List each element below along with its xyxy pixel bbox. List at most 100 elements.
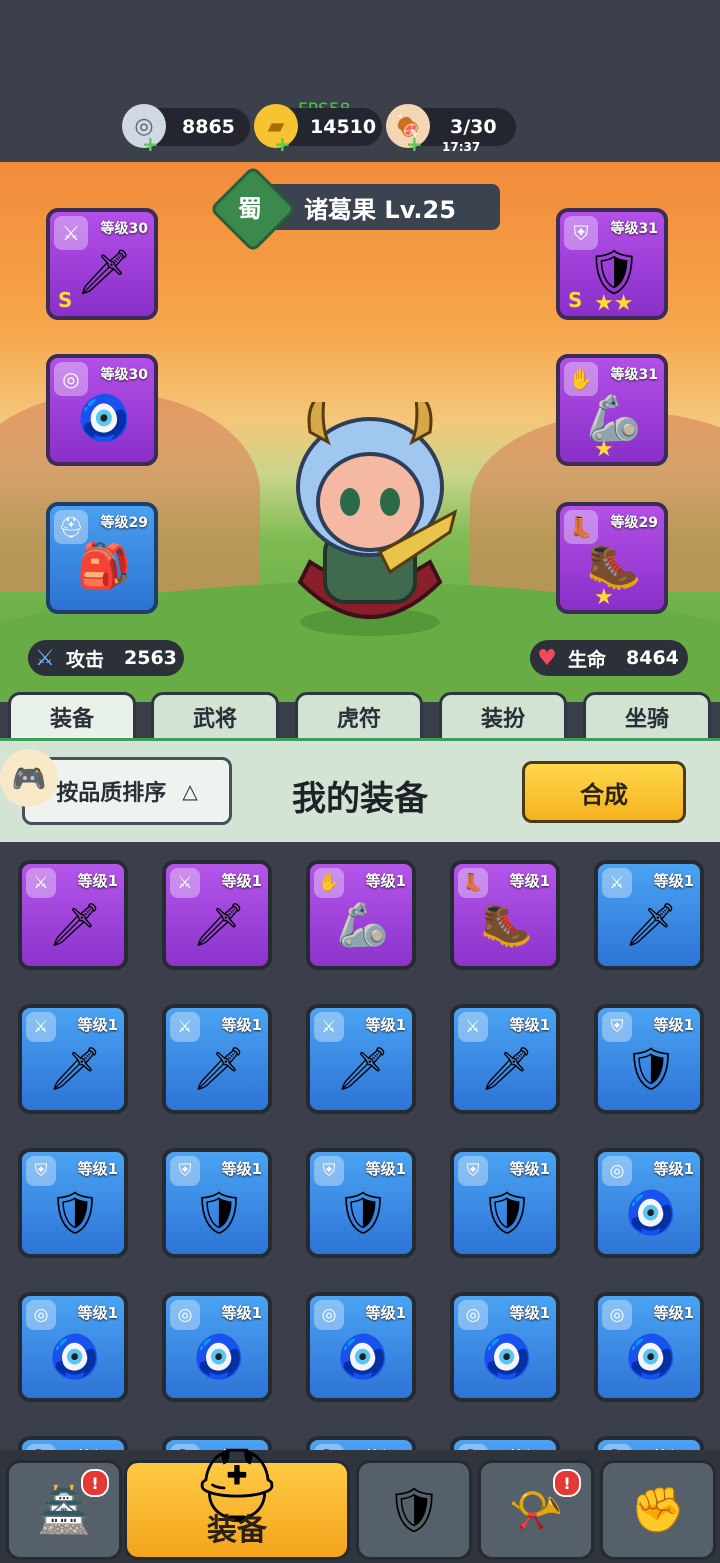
jade-pendant-icon: 🧿: [76, 393, 132, 444]
tab-generals[interactable]: 武将: [151, 692, 279, 738]
heart-icon: ♥: [530, 641, 564, 675]
equip-slot-amulet[interactable]: ◎ 等级30 🧿: [46, 354, 158, 466]
equip-slot-armor[interactable]: ⛨ 等级31 🛡 S ★★: [556, 208, 668, 320]
item-level: 等级1: [365, 872, 406, 890]
item-level: 等级1: [77, 872, 118, 890]
hero-scene: 诸葛果 Lv.25 蜀 ⚔ 等级30 🗡 S ◎ 等级30 🧿 ⛑ 等级29 🎒…: [0, 162, 720, 702]
attack-label: 攻击: [66, 648, 105, 671]
item-level: 等级1: [365, 1016, 406, 1034]
inventory-item[interactable]: ◎ 等级1 🧿: [162, 1292, 272, 1402]
item-level: 等级1: [509, 1160, 550, 1178]
item-level: 等级1: [509, 872, 550, 890]
nav-shop[interactable]: 🏯 !: [6, 1460, 122, 1560]
hp-stat: ♥ 生命 8464: [530, 640, 688, 676]
item-art-icon: 🗡: [624, 900, 678, 949]
item-art-icon: 🛡: [48, 1188, 102, 1237]
nav-equipment-label: 装备: [207, 1513, 267, 1548]
equip-slot-helmet[interactable]: ⛑ 等级29 🎒: [46, 502, 158, 614]
alert-badge: !: [81, 1469, 109, 1497]
grade-badge: S: [568, 288, 583, 312]
stamina-timer: 17:37: [442, 140, 481, 154]
inventory-item[interactable]: ⚔ 等级1 🗡: [306, 1004, 416, 1114]
tab-outfits[interactable]: 装扮: [439, 692, 567, 738]
item-art-icon: 🧿: [48, 1332, 102, 1381]
nav-upgrade[interactable]: ✊: [600, 1460, 716, 1560]
inventory-item[interactable]: ◎ 等级1 🧿: [18, 1292, 128, 1402]
stamina-resource[interactable]: 🍖 3/30 17:37 +: [386, 104, 516, 156]
nav-battle[interactable]: 🛡: [356, 1460, 472, 1560]
add-stamina-icon[interactable]: +: [406, 132, 423, 156]
attack-value: 2563: [124, 647, 177, 669]
triangle-up-icon: △: [182, 779, 198, 803]
inventory-item[interactable]: ◎ 等级1 🧿: [450, 1292, 560, 1402]
item-art-icon: 🗡: [336, 1044, 390, 1093]
inventory-item[interactable]: ◎ 等级1 🧿: [306, 1292, 416, 1402]
hp-value: 8464: [626, 647, 679, 669]
item-level: 等级1: [509, 1304, 550, 1322]
inventory-item[interactable]: ◎ 等级1 🧿: [594, 1292, 704, 1402]
equipment-panel-header: 按品质排序 △ 🎮 我的装备 合成: [0, 738, 720, 843]
inventory-item[interactable]: ⚔ 等级1 🗡: [18, 1004, 128, 1114]
hp-label: 生命: [568, 648, 607, 671]
blue-boots-icon: 🥾: [586, 541, 642, 592]
inventory-item[interactable]: ⛨ 等级1 🛡: [306, 1148, 416, 1258]
inventory-item[interactable]: ⛨ 等级1 🛡: [594, 1004, 704, 1114]
tab-equipment[interactable]: 装备: [8, 692, 136, 738]
inventory-item[interactable]: ⛨ 等级1 🛡: [450, 1148, 560, 1258]
tab-tiger-tally[interactable]: 虎符: [295, 692, 423, 738]
item-art-icon: 🗡: [192, 900, 246, 949]
shield-icon: 🛡: [386, 1485, 442, 1536]
inventory-item[interactable]: 👢等级1🥾: [450, 860, 560, 970]
item-art-icon: 🛡: [192, 1188, 246, 1237]
add-coins-icon[interactable]: +: [142, 132, 159, 156]
item-level: 等级1: [509, 1016, 550, 1034]
inventory-item[interactable]: ⚔ 等级1 🗡: [162, 1004, 272, 1114]
compose-button[interactable]: 合成: [522, 761, 686, 823]
item-art-icon: 🛡: [624, 1044, 678, 1093]
inventory-item[interactable]: ⚔ 等级1 🗡: [450, 1004, 560, 1114]
inventory-item[interactable]: ✋ 等级1 🦾: [306, 860, 416, 970]
item-level: 等级1: [221, 1304, 262, 1322]
item-art-icon: 🗡: [48, 1044, 102, 1093]
inventory-item[interactable]: ⛨ 等级1 🛡: [162, 1148, 272, 1258]
item-art-icon: 🥾: [480, 900, 534, 949]
item-level: 等级1: [653, 1160, 694, 1178]
item-level: 等级1: [77, 1304, 118, 1322]
add-gold-icon[interactable]: +: [274, 132, 291, 156]
equip-slot-boots[interactable]: 👢 等级29 🥾 ★: [556, 502, 668, 614]
equip-slot-weapon[interactable]: ⚔ 等级30 🗡 S: [46, 208, 158, 320]
star-rating: ★★: [594, 291, 634, 316]
inventory-item[interactable]: ⚔ 等级1 🗡: [162, 860, 272, 970]
hero-character[interactable]: [280, 402, 460, 642]
slot-level: 等级31: [610, 367, 658, 383]
slot-level: 等级29: [100, 515, 148, 531]
item-art-icon: 🧿: [624, 1188, 678, 1237]
bottom-nav: 🏯 ! ⛑ 装备 🛡 📯 ! ✊: [0, 1443, 720, 1563]
equip-slot-bracer[interactable]: ✋ 等级31 🦾 ★: [556, 354, 668, 466]
item-level: 等级1: [221, 872, 262, 890]
gold-resource[interactable]: ▰ 14510 +: [254, 104, 382, 156]
item-art-icon: 🗡: [48, 900, 102, 949]
blade-icon: 🗡: [76, 247, 132, 298]
gamepad-icon[interactable]: 🎮: [0, 749, 58, 807]
inventory-item[interactable]: ⚔ 等级1 🗡: [18, 860, 128, 970]
item-level: 等级1: [365, 1160, 406, 1178]
inventory-item[interactable]: ⛨ 等级1 🛡: [18, 1148, 128, 1258]
inventory-item[interactable]: ⚔ 等级1 🗡: [594, 860, 704, 970]
item-art-icon: 🧿: [624, 1332, 678, 1381]
item-art-icon: 🛡: [480, 1188, 534, 1237]
coins-value: 8865: [182, 116, 235, 138]
nav-recruit[interactable]: 📯 !: [478, 1460, 594, 1560]
fist-icon: ✊: [630, 1485, 686, 1536]
tab-mounts[interactable]: 坐骑: [583, 692, 711, 738]
grade-badge: S: [58, 288, 73, 312]
alert-badge: !: [553, 1469, 581, 1497]
item-art-icon: 🧿: [480, 1332, 534, 1381]
coins-resource[interactable]: ◎ 8865 +: [122, 104, 250, 156]
inventory-item[interactable]: ◎ 等级1 🧿: [594, 1148, 704, 1258]
slot-level: 等级30: [100, 221, 148, 237]
star-rating: ★: [594, 585, 614, 610]
item-art-icon: 🗡: [192, 1044, 246, 1093]
sword-icon: ⚔: [28, 641, 62, 675]
nav-equipment[interactable]: ⛑ 装备: [124, 1443, 350, 1560]
